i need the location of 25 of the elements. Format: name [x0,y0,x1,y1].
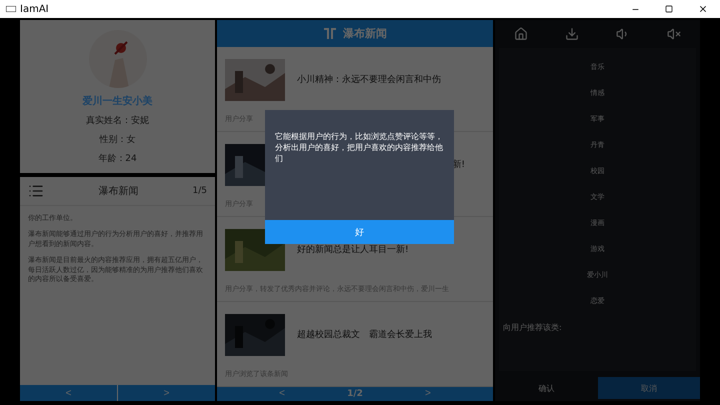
logo-icon [323,26,337,40]
recommend-prompt: 向用户推荐该类: [503,322,562,333]
previous-button[interactable]: < [217,388,348,400]
page-indicator: 1/5 [192,186,207,196]
profile-field: 真实姓名：安妮 [86,114,149,127]
panel-title: 瀑布新闻 [97,184,140,198]
previous-button[interactable]: < [20,385,117,401]
next-button[interactable]: > [117,385,215,401]
dialog-message: 它能根据用户的行为，比如浏览点赞评论等等，分析出用户的喜好，把用户喜欢的内容推荐给他们 [275,132,444,165]
app-icon [6,6,16,12]
profile-field: 年龄：24 [98,152,137,165]
news-title[interactable]: 超越校园总裁文 霸道会长爱上我 [297,328,432,342]
menu-icon[interactable] [28,183,44,199]
cancel-button[interactable]: 取消 [598,377,700,399]
feed-title: 瀑布新闻 [343,26,387,41]
profile-field: 性别：女 [100,133,136,146]
window-title: IamAI [20,4,50,14]
close-icon [698,4,708,14]
page-indicator: 1/2 [347,388,363,399]
next-button[interactable]: > [362,388,493,400]
ok-button[interactable]: 好 [265,220,454,244]
maximize-icon [665,5,673,13]
nickname: 爱川一生安小美 [82,94,152,108]
news-title[interactable]: 好的新闻总是让人耳目一新! [297,243,409,256]
news-title[interactable]: 小川精神：永远不要理会闲言和中伤 [297,73,441,86]
